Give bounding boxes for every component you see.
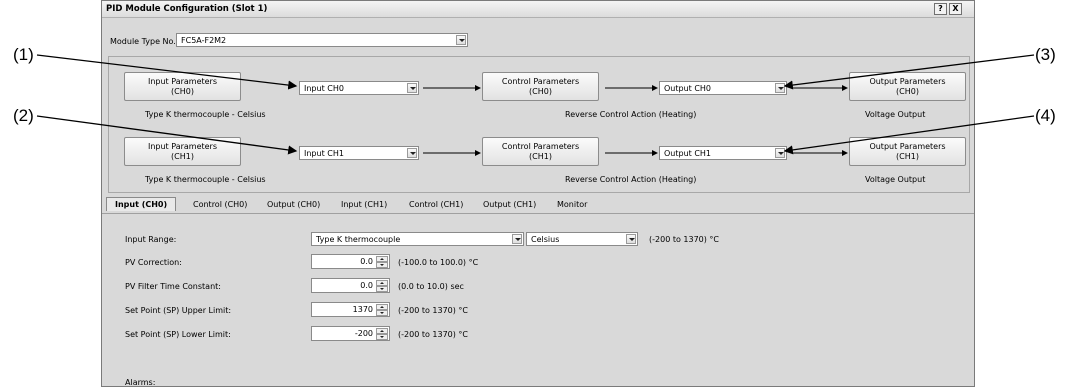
sp-lower-range: (-200 to 1370) °C bbox=[398, 330, 469, 339]
input-range-unit-value: Celsius bbox=[531, 235, 560, 244]
pv-correction-spinner[interactable]: 0.0 bbox=[311, 254, 390, 269]
sp-lower-spinner[interactable]: -200 bbox=[311, 326, 390, 341]
sp-upper-range: (-200 to 1370) °C bbox=[398, 306, 469, 315]
chevron-down-icon[interactable] bbox=[456, 35, 466, 45]
pv-filter-label: PV Filter Time Constant: bbox=[125, 282, 221, 291]
help-button[interactable]: ? bbox=[934, 3, 947, 15]
spin-down-icon[interactable] bbox=[376, 310, 388, 316]
pv-filter-range: (0.0 to 10.0) sec bbox=[398, 282, 464, 291]
pv-filter-spinner[interactable]: 0.0 bbox=[311, 278, 390, 293]
input-range-type-value: Type K thermocouple bbox=[316, 235, 401, 244]
pv-correction-value: 0.0 bbox=[360, 257, 373, 266]
tab-control-ch0[interactable]: Control (CH0) bbox=[193, 200, 247, 209]
sp-upper-value: 1370 bbox=[352, 305, 373, 314]
tab-monitor[interactable]: Monitor bbox=[557, 200, 587, 209]
tab-output-ch0[interactable]: Output (CH0) bbox=[267, 200, 320, 209]
close-button[interactable]: X bbox=[949, 3, 962, 15]
pid-config-window: PID Module Configuration (Slot 1) ? X Mo… bbox=[101, 0, 975, 387]
module-type-select[interactable]: FC5A-F2M2 bbox=[176, 33, 468, 47]
tab-input-ch0[interactable]: Input (CH0) bbox=[106, 197, 177, 211]
input-range-hint: (-200 to 1370) °C bbox=[649, 235, 720, 244]
tab-output-ch1[interactable]: Output (CH1) bbox=[483, 200, 536, 209]
sp-lower-value: -200 bbox=[354, 329, 373, 338]
signal-flow-panel: Input Parameters (CH0) Type K thermocoup… bbox=[108, 56, 970, 193]
pv-correction-range: (-100.0 to 100.0) °C bbox=[398, 258, 479, 267]
spin-down-icon[interactable] bbox=[376, 286, 388, 292]
module-type-value: FC5A-F2M2 bbox=[181, 36, 227, 45]
input-range-unit-select[interactable]: Celsius bbox=[526, 232, 638, 246]
window-title: PID Module Configuration (Slot 1) bbox=[106, 4, 268, 14]
spin-down-icon[interactable] bbox=[376, 262, 388, 268]
pv-correction-label: PV Correction: bbox=[125, 258, 182, 267]
chevron-down-icon[interactable] bbox=[512, 234, 522, 244]
sp-upper-label: Set Point (SP) Upper Limit: bbox=[125, 306, 232, 315]
tab-control-ch1[interactable]: Control (CH1) bbox=[409, 200, 463, 209]
callout-4: (4) bbox=[1035, 106, 1056, 125]
tab-strip: Input (CH0) Control (CH0) Output (CH0) I… bbox=[102, 197, 974, 214]
callout-1: (1) bbox=[13, 45, 34, 64]
tab-input-ch1[interactable]: Input (CH1) bbox=[341, 200, 387, 209]
spin-down-icon[interactable] bbox=[376, 334, 388, 340]
sp-lower-label: Set Point (SP) Lower Limit: bbox=[125, 330, 231, 339]
alarms-label: Alarms: bbox=[125, 378, 156, 387]
pv-filter-value: 0.0 bbox=[360, 281, 373, 290]
callout-3: (3) bbox=[1035, 45, 1056, 64]
chevron-down-icon[interactable] bbox=[626, 234, 636, 244]
callout-2: (2) bbox=[13, 106, 34, 125]
module-type-label: Module Type No.: bbox=[110, 37, 179, 46]
input-range-label: Input Range: bbox=[125, 235, 177, 244]
sp-upper-spinner[interactable]: 1370 bbox=[311, 302, 390, 317]
flow-arrows bbox=[423, 85, 848, 156]
title-bar: PID Module Configuration (Slot 1) ? X bbox=[102, 1, 974, 18]
input-range-type-select[interactable]: Type K thermocouple bbox=[311, 232, 524, 246]
